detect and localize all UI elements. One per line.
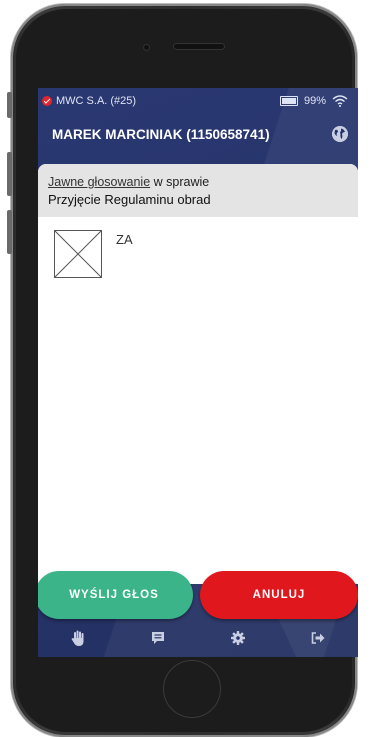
globe-icon[interactable] [332,126,348,142]
nav-item-logout[interactable] [306,626,330,650]
front-camera [144,45,149,50]
wifi-icon [332,95,348,107]
battery-percent: 99% [303,95,326,107]
nav-item-settings[interactable] [226,626,250,650]
home-button[interactable] [163,660,221,718]
vote-option-label: ZA [116,232,133,247]
gear-icon [231,631,245,645]
cancel-button[interactable]: ANULUJ [200,571,358,619]
carrier-label: MWC S.A. (#25) [56,95,137,107]
app-header: MAREK MARCINIAK (1150658741) [38,114,358,154]
nav-item-hand[interactable] [66,626,90,650]
status-bar: MWC S.A. (#25) 99% [38,88,358,114]
volume-down-button [7,210,12,254]
send-vote-button[interactable]: WYŚLIJ GŁOS [38,571,193,619]
app-screen: MWC S.A. (#25) 99% MAREK MARCINIAK (1150… [38,88,358,657]
vote-subject: Przyjęcie Regulaminu obrad [48,192,211,207]
status-indicators: 99% [279,88,348,114]
vote-option-za[interactable]: ZA [54,230,133,278]
checkbox-cross-icon [55,231,101,277]
logout-icon [311,632,325,644]
volume-up-button [7,152,12,196]
vote-type-suffix: w sprawie [150,175,210,189]
bottom-nav [38,619,358,657]
vote-card: Jawne głosowanie w sprawie Przyjęcie Reg… [38,164,358,584]
earpiece-speaker [174,44,224,49]
mute-switch [7,92,12,118]
battery-icon [279,96,298,106]
nav-item-messages[interactable] [146,626,170,650]
vote-type-link[interactable]: Jawne głosowanie [48,175,150,189]
message-icon [152,632,164,644]
vote-card-header: Jawne głosowanie w sprawie Przyjęcie Reg… [38,164,358,217]
page-title: MAREK MARCINIAK (1150658741) [52,126,270,142]
vote-option-checkbox[interactable] [54,230,102,278]
status-error-icon [42,96,52,106]
hand-icon [71,630,84,646]
